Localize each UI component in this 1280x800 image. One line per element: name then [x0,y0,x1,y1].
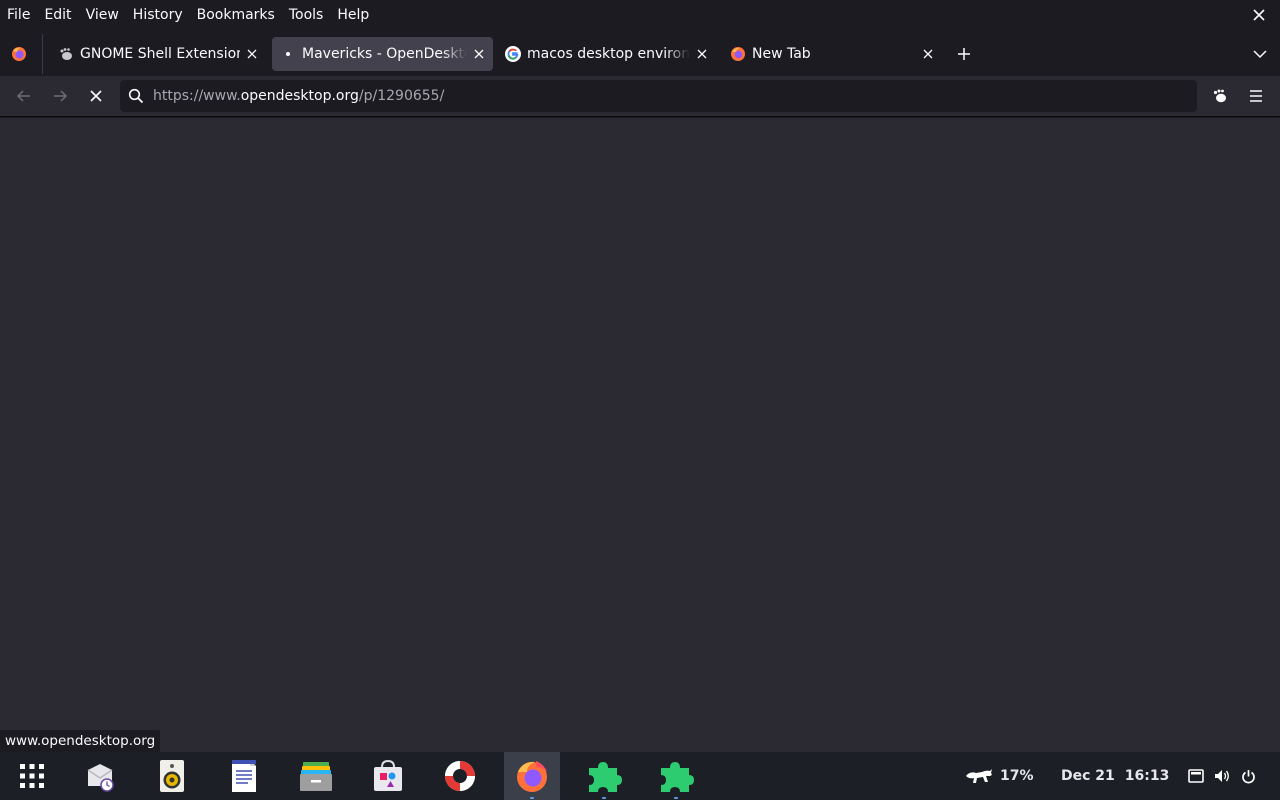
tab-close-icon[interactable] [471,46,487,62]
software-store-icon [374,759,402,791]
menu-bookmarks[interactable]: Bookmarks [190,0,282,30]
search-icon [128,88,144,104]
battery-percentage: 17% [1000,768,1034,784]
page-content [0,118,1280,752]
tab-mavericks-opendesktop[interactable]: Mavericks - OpenDesktop [272,37,493,71]
tab-close-icon[interactable] [244,46,260,62]
hamburger-menu-icon [1250,90,1262,102]
puzzle-extension-icon [589,762,622,792]
taskbar: 17% Dec 21 16:13 [0,752,1280,800]
file-archive-icon [300,762,332,791]
battery-indicator[interactable]: 17% [964,752,1034,800]
puzzle-extension-icon [661,762,694,792]
address-bar[interactable]: https://www.opendesktop.org/p/1290655/ [120,80,1197,112]
url-text[interactable]: https://www.opendesktop.org/p/1290655/ [153,88,444,104]
tab-gnome-extensions[interactable]: GNOME Shell Extensions [50,37,266,71]
tab-label: Mavericks - OpenDesktop [302,46,467,62]
tab-google-search[interactable]: macos desktop environment [497,37,716,71]
network-indicator[interactable] [1188,752,1204,800]
dock-extensions-1[interactable] [576,752,632,800]
running-indicator [674,797,678,799]
tab-new-tab[interactable]: New Tab [722,37,942,71]
running-indicator [530,797,534,799]
forward-button[interactable] [48,84,72,108]
dock-archive-manager[interactable] [288,752,344,800]
window-close-icon[interactable] [1250,6,1268,24]
speaker-volume-icon [1215,770,1229,782]
clock-date: Dec 21 [1061,768,1115,784]
back-button[interactable] [12,84,36,108]
url-path: /p/1290655/ [358,88,445,104]
gnome-foot-icon [1213,89,1226,103]
menu-tools[interactable]: Tools [282,0,331,30]
dock-music-app[interactable] [144,752,200,800]
app-grid-icon [20,764,44,788]
dock-mail-app[interactable] [72,752,128,800]
speaker-icon [160,760,184,792]
running-indicator [602,797,606,799]
new-tab-button[interactable] [952,42,976,66]
menu-bar: File Edit View History Bookmarks Tools H… [0,0,1280,30]
menu-help[interactable]: Help [330,0,376,30]
navigation-toolbar: https://www.opendesktop.org/p/1290655/ [0,76,1280,117]
firefox-icon [517,761,547,792]
animal-battery-icon [966,769,992,783]
menu-edit[interactable]: Edit [37,0,78,30]
chevron-down-icon [1253,50,1267,59]
dock-text-editor[interactable] [216,752,272,800]
clock-time: 16:13 [1124,768,1170,784]
dock-firefox[interactable] [504,752,560,800]
tab-close-icon[interactable] [920,46,936,62]
app-menu-button[interactable] [1244,84,1268,108]
volume-indicator[interactable] [1214,752,1230,800]
tab-strip: GNOME Shell Extensions Mavericks - OpenD… [0,30,1280,76]
firefox-icon [730,46,746,62]
tab-label: New Tab [752,46,811,62]
tab-close-icon[interactable] [694,46,710,62]
tab-label: macos desktop environment [527,46,690,62]
wired-network-icon [1188,769,1204,783]
stop-button[interactable] [84,84,108,108]
status-panel: www.opendesktop.org [0,730,161,752]
plus-icon [958,48,970,60]
text-document-icon [232,760,256,792]
gnome-foot-icon [58,46,74,62]
tab-separator [42,34,43,74]
power-icon [1242,769,1255,783]
menu-view[interactable]: View [79,0,126,30]
firefox-view-icon[interactable] [8,44,30,64]
google-icon [505,46,521,62]
clock[interactable]: Dec 21 16:13 [1061,752,1169,800]
mail-clock-icon [87,764,114,792]
url-host: opendesktop.org [240,88,359,104]
arrow-left-icon [16,90,30,102]
extension-button[interactable] [1208,84,1232,108]
arrow-right-icon [54,90,68,102]
help-lifebuoy-icon [445,761,475,791]
tab-label: GNOME Shell Extensions [80,46,240,62]
dock-software-store[interactable] [360,752,416,800]
list-all-tabs-button[interactable] [1250,42,1270,66]
dock-help-app[interactable] [432,752,488,800]
show-apps-button[interactable] [4,752,60,800]
dock-extensions-2[interactable] [648,752,704,800]
loading-dot-icon [280,46,296,62]
power-menu[interactable] [1241,752,1256,800]
url-scheme: https://www. [153,88,241,104]
stop-x-icon [90,90,102,102]
menu-file[interactable]: File [0,0,37,30]
menu-history[interactable]: History [126,0,190,30]
